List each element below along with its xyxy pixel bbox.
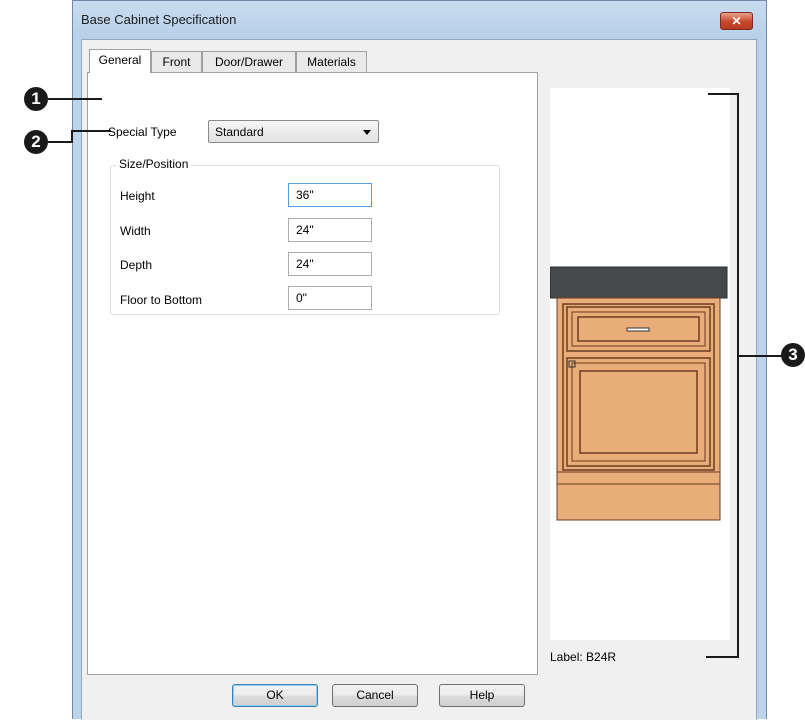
callout-line-1: [48, 98, 102, 100]
window-title: Base Cabinet Specification: [81, 12, 237, 27]
tab-front[interactable]: Front: [151, 51, 202, 72]
close-button[interactable]: ✕: [720, 12, 753, 30]
dialog-window: Base Cabinet Specification ✕ General Fro…: [72, 0, 767, 720]
help-button[interactable]: Help: [439, 684, 525, 707]
general-tab-panel: Special Type Standard Size/Position Heig…: [87, 72, 538, 675]
tab-materials-label: Materials: [307, 55, 356, 69]
callout-line-2c: [71, 130, 111, 132]
tab-door-drawer[interactable]: Door/Drawer: [202, 51, 296, 72]
depth-label: Depth: [120, 258, 153, 272]
ok-button[interactable]: OK: [232, 684, 318, 707]
cancel-button[interactable]: Cancel: [332, 684, 418, 707]
floor-to-bottom-field[interactable]: 0": [288, 286, 372, 310]
depth-field[interactable]: 24": [288, 252, 372, 276]
height-value: 36": [296, 188, 314, 202]
close-icon: ✕: [731, 14, 742, 28]
height-field[interactable]: 36": [288, 183, 372, 207]
tab-front-label: Front: [162, 55, 191, 69]
width-field[interactable]: 24": [288, 218, 372, 242]
depth-value: 24": [296, 257, 314, 271]
height-label: Height: [120, 189, 155, 203]
special-type-label: Special Type: [108, 125, 177, 139]
callout-badge-2: 2: [24, 130, 48, 154]
callout-badge-1: 1: [24, 87, 48, 111]
callout-line-2: [48, 141, 72, 143]
chevron-down-icon: [363, 130, 371, 135]
callout-bracket-bottom: [706, 656, 739, 658]
floor-to-bottom-value: 0": [296, 291, 307, 305]
floor-to-bottom-label: Floor to Bottom: [120, 293, 203, 307]
callout-badge-3: 3: [781, 343, 805, 367]
callout-bracket-top: [708, 93, 738, 95]
tab-door-drawer-label: Door/Drawer: [214, 55, 283, 69]
tab-general[interactable]: General: [89, 49, 151, 73]
special-type-value: Standard: [215, 125, 264, 139]
preview-label: Label: B24R: [550, 650, 617, 664]
size-position-title: Size/Position: [116, 157, 192, 171]
callout-line-3: [738, 355, 782, 357]
title-bar[interactable]: Base Cabinet Specification ✕: [73, 1, 766, 39]
cabinet-preview: [549, 88, 730, 640]
cabinet-image: [549, 266, 728, 521]
callout-bracket-vertical: [737, 93, 739, 657]
special-type-dropdown[interactable]: Standard: [208, 120, 379, 143]
dialog-client-area: General Front Door/Drawer Materials Spec…: [81, 39, 757, 720]
width-value: 24": [296, 223, 314, 237]
width-label: Width: [120, 224, 151, 238]
tab-materials[interactable]: Materials: [296, 51, 367, 72]
tab-general-label: General: [98, 53, 142, 67]
